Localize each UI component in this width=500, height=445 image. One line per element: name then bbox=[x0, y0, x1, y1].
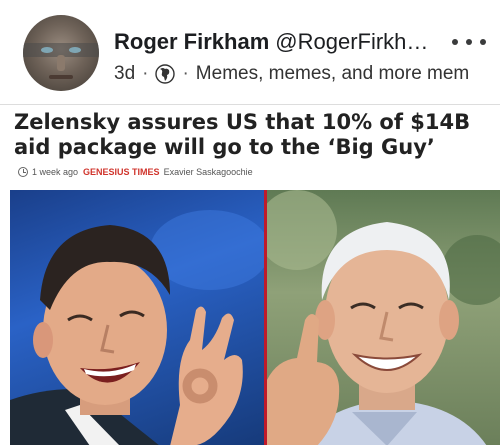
separator: · bbox=[182, 63, 189, 84]
avatar-mouth bbox=[49, 75, 73, 79]
dot bbox=[452, 39, 458, 45]
dot bbox=[466, 39, 472, 45]
photo-left-portrait bbox=[10, 190, 264, 445]
clock-icon bbox=[18, 167, 28, 177]
globe-icon[interactable] bbox=[155, 64, 176, 84]
left-portrait-illustration bbox=[10, 210, 264, 445]
avatar[interactable] bbox=[23, 15, 99, 91]
article-image[interactable]: Zelensky assures US that 10% of $14B aid… bbox=[0, 104, 500, 445]
avatar-eye bbox=[69, 47, 81, 53]
article-source: GENESIUS TIMES bbox=[83, 167, 160, 177]
right-portrait-illustration bbox=[267, 190, 500, 445]
photo-right-portrait bbox=[267, 190, 500, 445]
article-byline: 1 week ago GENESIUS TIMES Exavier Saskag… bbox=[18, 166, 488, 178]
post-time[interactable]: 3d bbox=[114, 62, 135, 86]
author-line: Roger Firkham @RogerFirkh… bbox=[114, 28, 444, 56]
avatar-eye bbox=[41, 47, 53, 53]
post-header: Roger Firkham @RogerFirkh… 3d · · Memes, … bbox=[0, 0, 500, 104]
separator: · bbox=[142, 63, 149, 84]
post-meta: 3d · · Memes, memes, and more mem bbox=[114, 62, 486, 86]
group-name[interactable]: Memes, memes, and more mem bbox=[196, 62, 469, 86]
author-handle[interactable]: @RogerFirkh… bbox=[275, 29, 428, 54]
article-headline: Zelensky assures US that 10% of $14B aid… bbox=[14, 110, 471, 159]
more-options-icon[interactable] bbox=[452, 30, 486, 54]
article-author: Exavier Saskagoochie bbox=[163, 167, 253, 177]
author-name[interactable]: Roger Firkham bbox=[114, 29, 269, 54]
article-photo bbox=[10, 190, 500, 445]
article-time: 1 week ago bbox=[32, 167, 79, 177]
avatar-nose bbox=[57, 55, 65, 71]
dot bbox=[480, 39, 486, 45]
